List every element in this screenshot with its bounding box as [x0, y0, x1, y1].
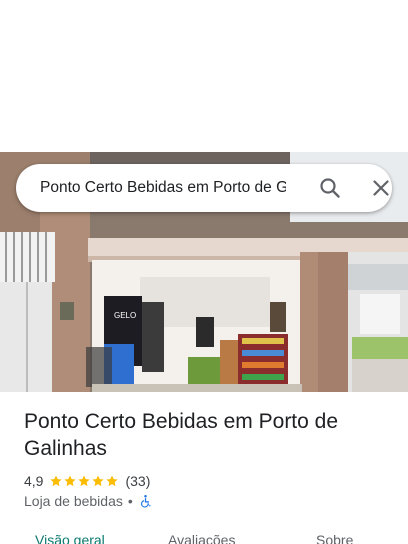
tab-overview[interactable]: Visão geral: [35, 532, 105, 544]
place-title: Ponto Certo Bebidas em Porto de Galinhas: [24, 410, 339, 460]
star-icon: [78, 475, 91, 487]
rating-stars: [49, 474, 119, 488]
star-icon: [106, 475, 119, 487]
category-row: Loja de bebidas •: [24, 492, 153, 510]
place-tabs: Visão geral Avaliações Sobre: [0, 528, 408, 544]
star-icon: [64, 475, 77, 487]
close-icon[interactable]: [369, 176, 393, 200]
place-category: Loja de bebidas: [24, 493, 123, 509]
fridge-label: GELO: [114, 311, 136, 320]
rating-row[interactable]: 4,9 (33): [24, 472, 150, 490]
tab-reviews[interactable]: Avaliações: [168, 532, 235, 544]
star-icon: [92, 475, 105, 487]
search-icon[interactable]: [318, 176, 342, 200]
separator-dot: •: [127, 493, 133, 509]
tab-about[interactable]: Sobre: [316, 532, 353, 544]
search-input[interactable]: Ponto Certo Bebidas em Porto de Galinhas: [40, 164, 286, 212]
wheelchair-icon[interactable]: [138, 494, 153, 509]
star-icon: [50, 475, 63, 487]
rating-value: 4,9: [24, 473, 44, 489]
search-bar[interactable]: Ponto Certo Bebidas em Porto de Galinhas: [16, 164, 392, 212]
review-count[interactable]: (33): [125, 473, 150, 489]
map-blank-area: [0, 0, 408, 152]
